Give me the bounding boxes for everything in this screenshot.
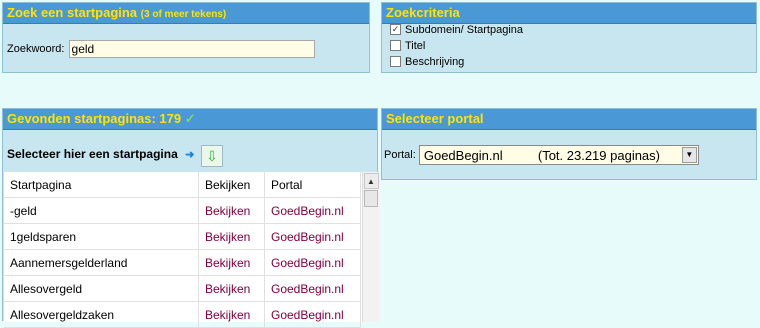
scrollbar-thumb[interactable]	[364, 190, 378, 207]
search-panel-header: Zoek een startpagina (3 of meer tekens)	[3, 3, 369, 24]
table-row[interactable]: -geld Bekijken GoedBegin.nl	[4, 197, 361, 224]
checkmark-icon: ✓	[184, 111, 196, 126]
startpage-name[interactable]: -geld	[4, 197, 199, 224]
results-panel: Gevonden startpaginas: 179 ✓ Selecteer h…	[2, 108, 379, 328]
portal-selected-value: GoedBegin.nl	[423, 148, 503, 163]
column-header-bekijken[interactable]: Bekijken	[198, 172, 265, 198]
startpage-name[interactable]: Allesovergeld	[4, 275, 199, 302]
portal-page-count: (Tot. 23.219 paginas)	[537, 148, 660, 163]
criteria-panel-header: Zoekcriteria	[382, 3, 756, 24]
checkbox-checked-icon[interactable]: ✓	[390, 23, 401, 35]
portal-panel-header: Selecteer portal	[382, 109, 756, 130]
criteria-item-titel[interactable]: Titel	[390, 39, 426, 52]
search-panel: Zoek een startpagina (3 of meer tekens) …	[2, 2, 370, 73]
checkbox-icon[interactable]	[390, 55, 401, 67]
criteria-title: Zoekcriteria	[386, 5, 460, 20]
results-title: Gevonden startpaginas: 179	[7, 111, 182, 126]
chevron-down-icon[interactable]: ▼	[681, 147, 697, 163]
criteria-item-subdomein[interactable]: ✓ Subdomein/ Startpagina	[390, 23, 524, 36]
criteria-item-beschrijving[interactable]: Beschrijving	[390, 55, 465, 68]
search-label: Zoekwoord:	[7, 43, 65, 55]
search-row: Zoekwoord:	[7, 40, 315, 58]
criteria-label: Titel	[405, 40, 426, 52]
search-title: Zoek een startpagina	[7, 5, 138, 20]
column-header-startpagina[interactable]: Startpagina	[4, 172, 199, 198]
portal-link[interactable]: GoedBegin.nl	[264, 197, 361, 224]
table-row[interactable]: Allesovergeldzaken Bekijken GoedBegin.nl	[4, 301, 361, 328]
view-link[interactable]: Bekijken	[198, 275, 265, 302]
results-table: Startpagina Bekijken Portal -geld Bekijk…	[4, 172, 361, 328]
view-link[interactable]: Bekijken	[198, 249, 265, 276]
table-row[interactable]: Aannemersgelderland Bekijken GoedBegin.n…	[4, 249, 361, 276]
column-header-portal[interactable]: Portal	[264, 172, 361, 198]
results-table-container: Startpagina Bekijken Portal -geld Bekijk…	[4, 172, 379, 328]
search-subtitle: (3 of meer tekens)	[140, 9, 227, 20]
portal-row: Portal: GoedBegin.nl (Tot. 23.219 pagina…	[384, 145, 699, 165]
table-header-row: Startpagina Bekijken Portal	[4, 172, 361, 198]
startpage-name[interactable]: 1geldsparen	[4, 223, 199, 250]
portal-link[interactable]: GoedBegin.nl	[264, 249, 361, 276]
portal-link[interactable]: GoedBegin.nl	[264, 223, 361, 250]
scroll-up-icon[interactable]: ▲	[363, 173, 379, 189]
criteria-label: Beschrijving	[405, 56, 465, 68]
arrow-right-icon: ➜	[185, 149, 195, 161]
results-panel-header: Gevonden startpaginas: 179 ✓	[3, 109, 377, 130]
criteria-label: Subdomein/ Startpagina	[405, 24, 524, 36]
arrow-down-icon: ⇩	[206, 148, 218, 164]
portal-panel: Selecteer portal Portal: GoedBegin.nl (T…	[381, 108, 757, 180]
select-startpage-label: Selecteer hier een startpagina	[7, 147, 178, 161]
select-startpage-row: Selecteer hier een startpagina ➜	[7, 147, 194, 161]
startpage-name[interactable]: Allesovergeldzaken	[4, 301, 199, 328]
table-row[interactable]: 1geldsparen Bekijken GoedBegin.nl	[4, 223, 361, 250]
table-row[interactable]: Allesovergeld Bekijken GoedBegin.nl	[4, 275, 361, 302]
view-link[interactable]: Bekijken	[198, 301, 265, 328]
download-button[interactable]: ⇩	[201, 145, 223, 167]
table-scrollbar[interactable]: ▲	[362, 172, 379, 322]
search-input[interactable]	[68, 40, 315, 58]
portal-select[interactable]: GoedBegin.nl (Tot. 23.219 paginas) ▼	[418, 145, 699, 165]
portal-title: Selecteer portal	[386, 111, 484, 126]
view-link[interactable]: Bekijken	[198, 223, 265, 250]
portal-link[interactable]: GoedBegin.nl	[264, 275, 361, 302]
portal-link[interactable]: GoedBegin.nl	[264, 301, 361, 328]
checkbox-icon[interactable]	[390, 39, 401, 51]
portal-label: Portal:	[384, 149, 416, 161]
criteria-panel: Zoekcriteria ✓ Subdomein/ Startpagina Tit…	[381, 2, 757, 73]
startpage-name[interactable]: Aannemersgelderland	[4, 249, 199, 276]
view-link[interactable]: Bekijken	[198, 197, 265, 224]
